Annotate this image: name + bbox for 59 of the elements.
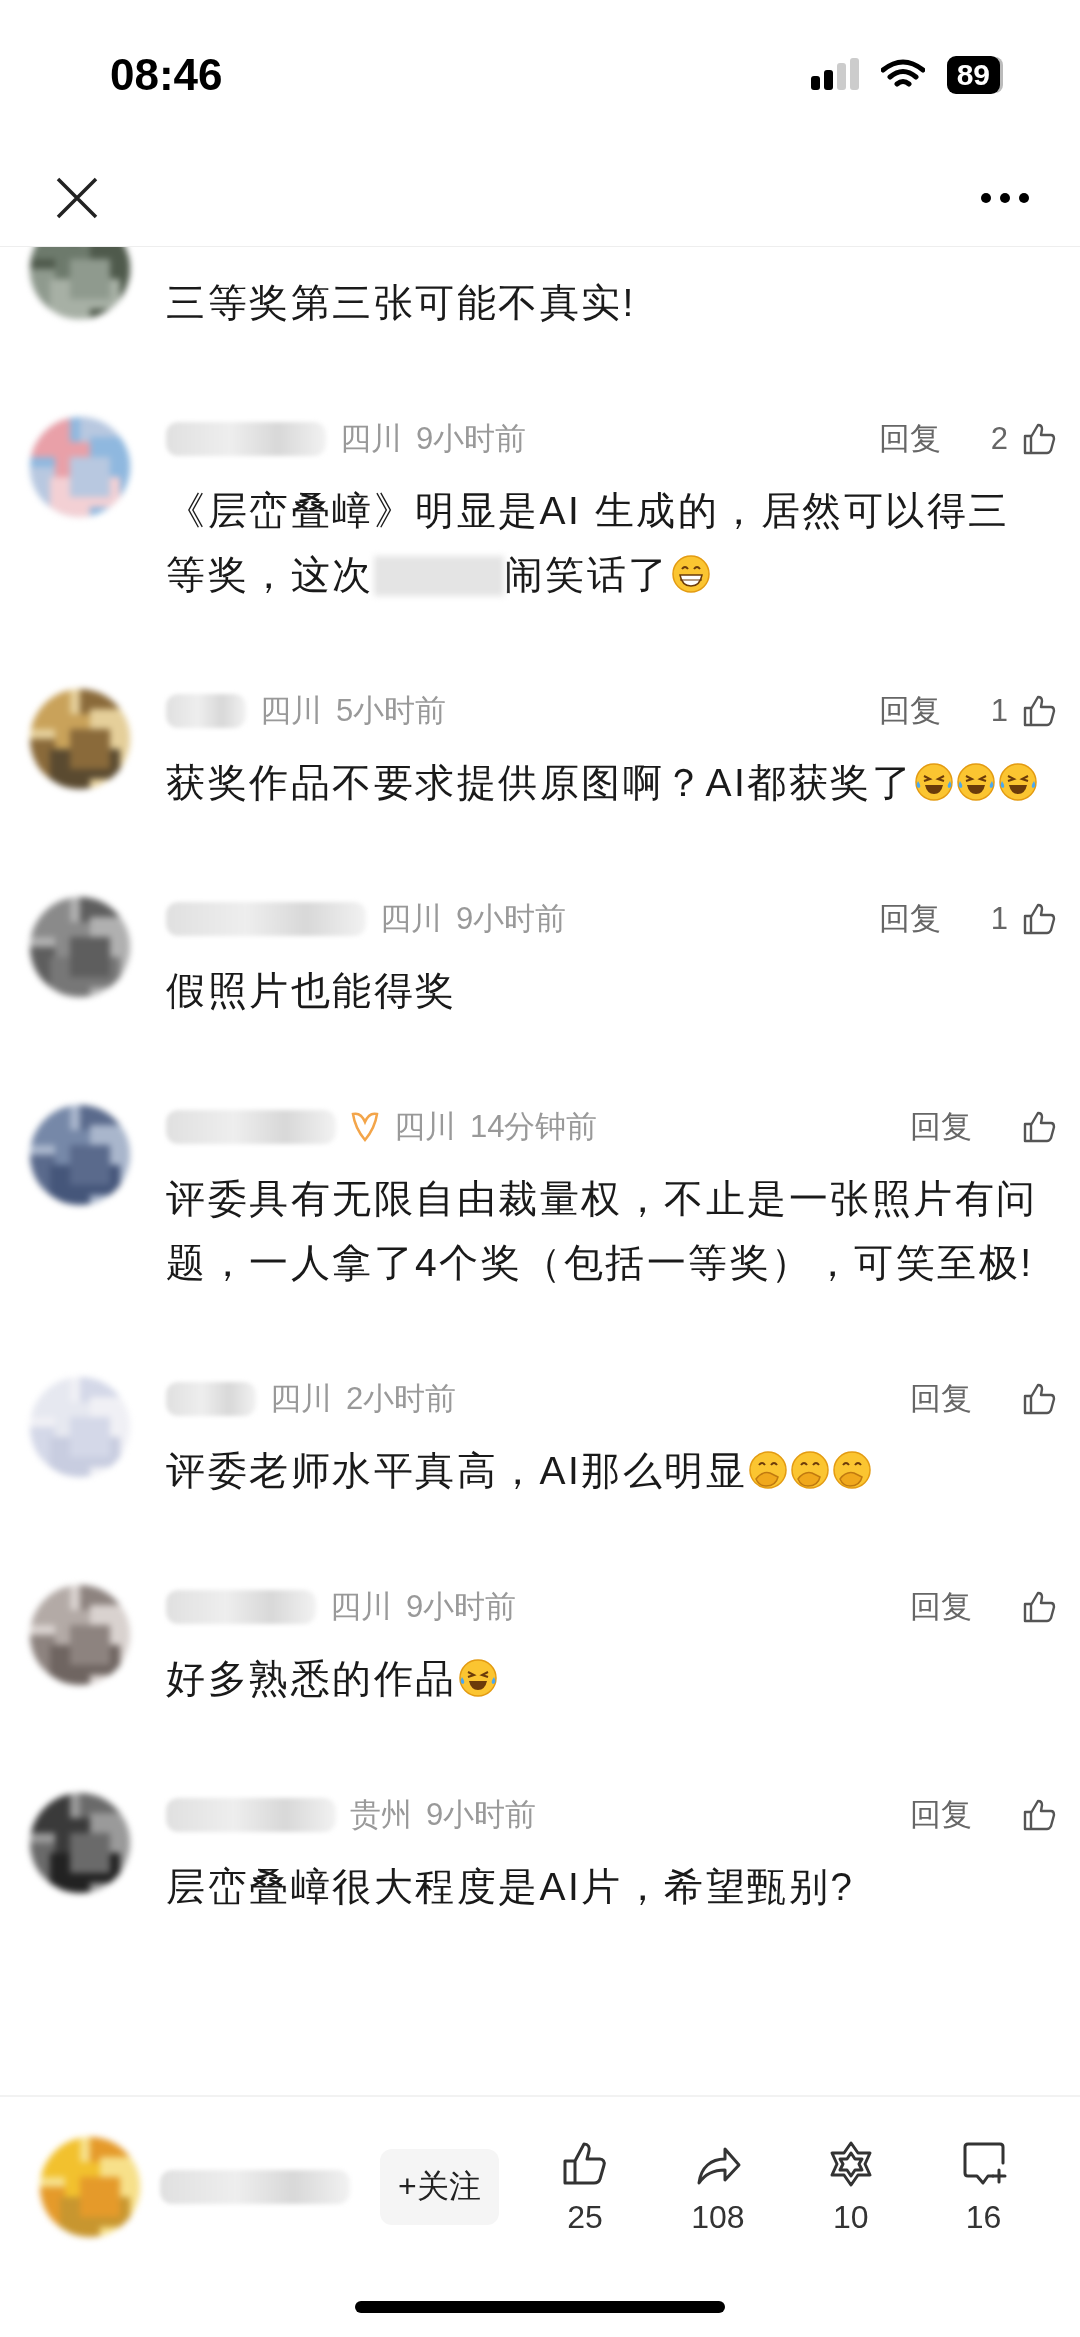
comment-location: 四川 <box>394 1108 456 1146</box>
comment-time: 9小时前 <box>406 1588 517 1626</box>
comment-location: 四川 <box>340 420 402 458</box>
like-icon[interactable] <box>1022 1798 1056 1832</box>
comment-time: 2小时前 <box>346 1380 457 1418</box>
laughing-tears-emoji <box>956 762 997 802</box>
reply-link[interactable]: 回复 <box>878 898 941 940</box>
like-count: 1 <box>990 693 1008 729</box>
comment-location: 四川 <box>330 1588 392 1626</box>
action-count: 25 <box>567 2198 603 2236</box>
like-icon[interactable] <box>1022 422 1056 456</box>
action-count: 10 <box>832 2198 869 2236</box>
comment-time: 9小时前 <box>416 420 527 458</box>
comment-text: 三等奖第三张可能不真实! <box>166 281 636 324</box>
like-icon[interactable] <box>1022 694 1056 728</box>
signal-icon <box>810 58 859 92</box>
comment-time: 14分钟前 <box>470 1108 598 1146</box>
action-count: 16 <box>965 2198 1002 2236</box>
comment-text: 评委老师水平真高，AI那么明显 <box>166 1449 748 1492</box>
battery-indicator: 89 <box>946 56 1000 94</box>
reply-link[interactable]: 回复 <box>910 1586 972 1628</box>
reply-link[interactable]: 回复 <box>878 690 941 732</box>
like-icon[interactable] <box>1022 1590 1056 1624</box>
like-count: 2 <box>990 421 1008 457</box>
comment-text: 获奖作品不要求提供原图啊？AI都获奖了 <box>166 761 914 804</box>
comment-location: 四川 <box>270 1380 332 1418</box>
comment-text: 《层峦叠嶂》明显是AI 生成的，居然可以得三 <box>166 489 1010 532</box>
comment-text: 闹笑话了 <box>503 553 670 596</box>
grin-emoji <box>670 554 711 594</box>
close-icon[interactable] <box>55 176 99 220</box>
laughing-tears-emoji <box>457 1658 498 1698</box>
comment-text: 好多熟悉的作品 <box>166 1657 457 1700</box>
like-icon[interactable] <box>1022 1110 1056 1144</box>
action-count: 108 <box>691 2198 745 2236</box>
laughing-tears-emoji <box>998 762 1039 802</box>
like-icon[interactable] <box>1022 902 1056 936</box>
comment-text: 假照片也能得奖 <box>166 969 457 1012</box>
comment-location: 四川 <box>260 692 322 730</box>
reply-link[interactable]: 回复 <box>910 1794 972 1836</box>
laughing-tears-emoji <box>914 762 955 802</box>
like-icon[interactable] <box>1022 1382 1056 1416</box>
more-icon[interactable] <box>980 192 1030 204</box>
comment-time: 9小时前 <box>426 1796 537 1834</box>
comment-text: 等奖，这次 <box>166 553 374 596</box>
like-count: 1 <box>990 901 1008 937</box>
reply-link[interactable]: 回复 <box>878 418 941 460</box>
comment-time: 9小时前 <box>456 900 567 938</box>
follow-button[interactable]: +关注 <box>380 2149 499 2225</box>
comment-text: 层峦叠嶂很大程度是AI片，希望甄别? <box>166 1865 855 1908</box>
comment-time: 5小时前 <box>336 692 447 730</box>
reply-link[interactable]: 回复 <box>910 1378 972 1420</box>
hand-over-mouth-emoji <box>748 1450 789 1490</box>
status-time: 08:46 <box>110 50 223 100</box>
comment-location: 四川 <box>380 900 442 938</box>
comment-text: 评委具有无限自由裁量权，不止是一张照片有问题，一人拿了4个奖（包括一等奖），可笑至极! <box>166 1177 1038 1284</box>
reply-link[interactable]: 回复 <box>910 1106 972 1148</box>
hand-over-mouth-emoji <box>790 1450 831 1490</box>
hand-over-mouth-emoji <box>832 1450 873 1490</box>
comment-location: 贵州 <box>350 1796 412 1834</box>
